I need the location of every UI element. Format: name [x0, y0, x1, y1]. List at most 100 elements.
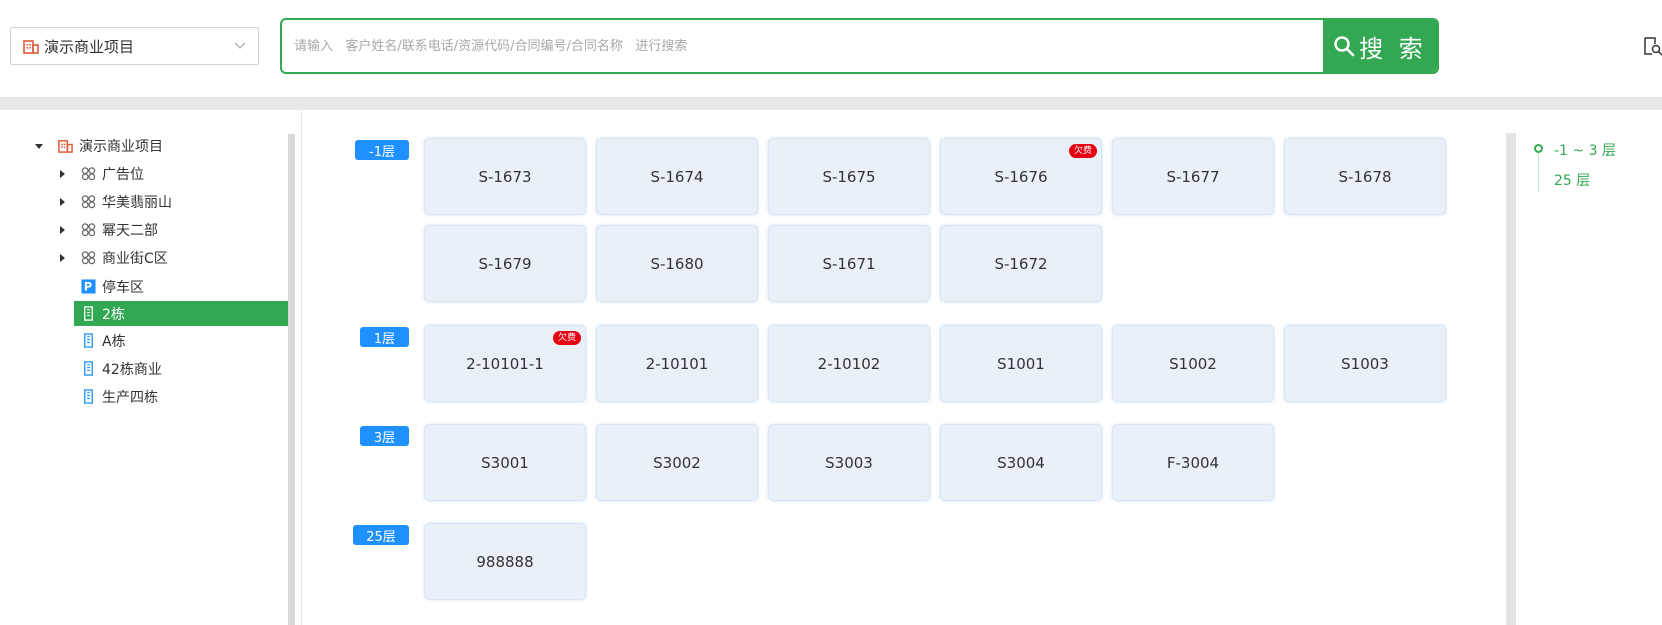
project-select[interactable]: 演示商业项目 [10, 27, 259, 65]
arrears-badge: 欠费 [1068, 144, 1097, 158]
unit-code: 2-10101 [645, 354, 709, 373]
floor-badge: 25层 [353, 525, 409, 545]
search-button-label: 搜 索 [1359, 34, 1427, 63]
unit-code: S-1679 [478, 254, 532, 273]
caret-right-icon[interactable] [57, 197, 67, 207]
caret-right-icon[interactable] [57, 225, 67, 235]
unit-tile[interactable]: 988888 [424, 523, 586, 600]
building-tall-icon [84, 333, 93, 348]
floor-badge: 3层 [360, 426, 409, 446]
building-icon [58, 140, 73, 153]
unit-code: 2-10101-1 [466, 354, 544, 373]
unit-tile[interactable]: S-1671 [768, 225, 930, 302]
caret-right-icon[interactable] [57, 253, 67, 263]
unit-tile[interactable]: S3001 [424, 424, 586, 501]
search-button[interactable]: 搜 索 [1323, 20, 1437, 72]
unit-tile[interactable]: S1002 [1112, 325, 1274, 402]
unit-code: S-1680 [650, 254, 704, 273]
unit-tile[interactable]: 2-10101-1 欠费 [424, 325, 586, 402]
unit-tile[interactable]: S-1673 [424, 138, 586, 215]
unit-code: F-3004 [1166, 453, 1220, 472]
top-bar: 演示商业项目 搜 索 [0, 0, 1662, 97]
unit-tile[interactable]: 2-10102 [768, 325, 930, 402]
tree-item-label: 华美翡丽山 [102, 194, 172, 211]
unit-code: 988888 [476, 552, 534, 571]
floor-nav-item[interactable]: -1 ~ 3 层 [1554, 140, 1616, 160]
caret-down-icon[interactable] [34, 141, 44, 151]
unit-tile[interactable]: S1001 [940, 325, 1102, 402]
unit-code: 2-10102 [817, 354, 881, 373]
building-tall-icon [84, 389, 93, 404]
tree-item-street-c[interactable]: 商业街C区 [57, 245, 168, 270]
unit-tile[interactable]: F-3004 [1112, 424, 1274, 501]
grid-area-icon [81, 195, 96, 209]
building-icon [23, 40, 39, 54]
tree-item-building-a[interactable]: A栋 [81, 328, 126, 353]
tree-item-label: 演示商业项目 [79, 138, 163, 155]
unit-tile[interactable]: S1003 [1284, 325, 1446, 402]
tree-item-building-42[interactable]: 42栋商业 [81, 356, 162, 381]
unit-tile[interactable]: S3002 [596, 424, 758, 501]
unit-code: S3002 [653, 453, 701, 472]
unit-tile[interactable]: S-1677 [1112, 138, 1274, 215]
unit-code: S-1678 [1338, 167, 1392, 186]
unit-code: S3003 [825, 453, 873, 472]
unit-tile[interactable]: S-1674 [596, 138, 758, 215]
tree-item-production-4[interactable]: 生产四栋 [81, 384, 158, 409]
unit-code: S-1675 [822, 167, 876, 186]
building-tall-icon [84, 361, 93, 376]
building-tall-icon [84, 306, 93, 321]
search-box: 搜 索 [280, 18, 1439, 74]
tree-item-label: 商业街C区 [102, 250, 168, 267]
unit-code: S-1677 [1166, 167, 1220, 186]
tree-item-label: 2栋 [102, 306, 125, 323]
floor-unit-area: -1层 S-1673 S-1674 S-1675 S-1676 欠费 S-1677… [303, 110, 1503, 625]
tree-scrollbar[interactable] [288, 134, 295, 625]
grid-area-icon [81, 167, 96, 181]
header-divider [0, 97, 1662, 110]
tree-item-mitian[interactable]: 幂天二部 [57, 217, 158, 242]
tree-panel: 演示商业项目 广告位 华美翡丽山 幂天二部 商业街C区 P 停车区 2栋 A栋 … [0, 110, 302, 625]
unit-code: S1002 [1169, 354, 1217, 373]
unit-code: S-1674 [650, 167, 704, 186]
floor-nav: -1 ~ 3 层 25 层 [1532, 133, 1662, 213]
unit-tile[interactable]: S-1672 [940, 225, 1102, 302]
unit-code: S3001 [481, 453, 529, 472]
unit-tile[interactable]: S3004 [940, 424, 1102, 501]
document-search-icon[interactable] [1643, 36, 1662, 56]
tree-item-ad-space[interactable]: 广告位 [57, 161, 144, 186]
unit-tile[interactable]: S3003 [768, 424, 930, 501]
unit-code: S1003 [1341, 354, 1389, 373]
svg-text:P: P [84, 281, 92, 294]
caret-right-icon[interactable] [57, 169, 67, 179]
main-scrollbar[interactable] [1506, 133, 1516, 625]
tree-item-label: A栋 [102, 333, 126, 350]
unit-tile[interactable]: 2-10101 [596, 325, 758, 402]
unit-code: S-1671 [822, 254, 876, 273]
project-select-value: 演示商业项目 [44, 37, 135, 56]
unit-tile[interactable]: S-1676 欠费 [940, 138, 1102, 215]
grid-area-icon [81, 251, 96, 265]
unit-tile[interactable]: S-1680 [596, 225, 758, 302]
tree-item-label: 42栋商业 [102, 361, 162, 378]
floor-nav-item[interactable]: 25 层 [1554, 170, 1590, 190]
unit-tile[interactable]: S-1678 [1284, 138, 1446, 215]
floor-badge: -1层 [355, 140, 409, 160]
parking-icon: P [81, 279, 96, 294]
search-input[interactable] [282, 20, 1323, 72]
tree-item-huamei[interactable]: 华美翡丽山 [57, 189, 172, 214]
tree-item-label: 停车区 [102, 279, 144, 296]
search-icon [1334, 36, 1355, 57]
floor-badge: 1层 [360, 327, 409, 347]
tree-root-project[interactable]: 演示商业项目 [34, 133, 163, 158]
tree-item-parking[interactable]: P 停车区 [81, 274, 144, 299]
floor-nav-line [1538, 151, 1539, 193]
floor-nav-dot [1534, 144, 1543, 153]
arrears-badge: 欠费 [552, 331, 581, 345]
chevron-down-icon [234, 42, 246, 49]
unit-code: S-1672 [994, 254, 1048, 273]
unit-tile[interactable]: S-1675 [768, 138, 930, 215]
unit-tile[interactable]: S-1679 [424, 225, 586, 302]
tree-item-building-2[interactable]: 2栋 [74, 301, 288, 326]
tree-item-label: 广告位 [102, 166, 144, 183]
